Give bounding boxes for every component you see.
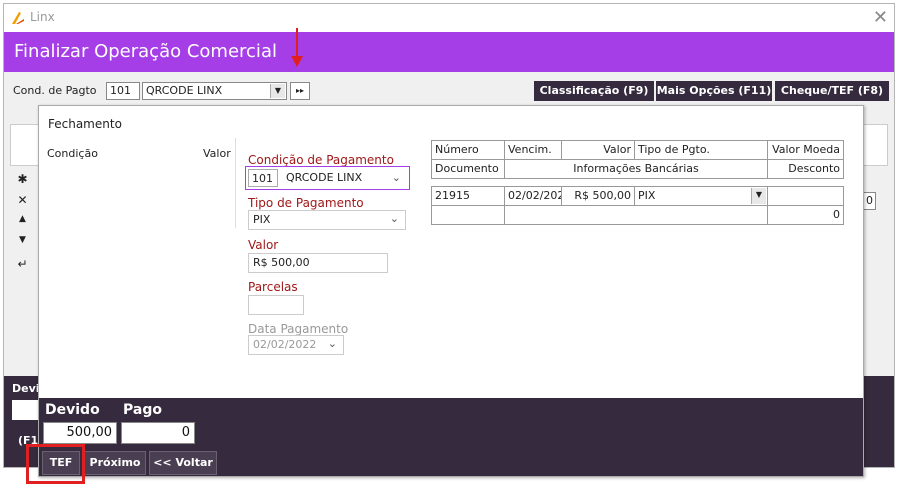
parcelas-label: Parcelas [248, 280, 298, 294]
title-bar: Linx ✕ [4, 4, 894, 32]
grid-cell-info-bancaria[interactable] [504, 205, 768, 225]
voltar-button[interactable]: << Voltar [149, 451, 217, 475]
valor-input[interactable]: R$ 500,00 [248, 253, 388, 273]
expand-button[interactable]: ▸▸ [290, 82, 310, 100]
grid-cell-tipo-value: PIX [638, 189, 656, 202]
col-valor-header: Valor [203, 147, 231, 160]
devido-value: 500,00 [43, 422, 117, 444]
chevron-down-icon: ▼ [270, 84, 285, 98]
col-condicao-header: Condição [47, 147, 98, 160]
return-icon[interactable]: ↵ [10, 257, 35, 271]
proximo-button[interactable]: Próximo [84, 451, 146, 475]
highlight-box [26, 444, 85, 484]
pago-input[interactable]: 0 [121, 422, 195, 444]
cond-pagamento-label: Condição de Pagamento [248, 153, 394, 167]
header-bar: Finalizar Operação Comercial [4, 32, 894, 72]
pago-label: Pago [123, 402, 162, 418]
highlight-arrow [296, 28, 298, 58]
background-value: 0 [862, 192, 876, 210]
cond-pagto-code-input[interactable]: 101 [106, 82, 140, 100]
cond-pagto-select-value: QRCODE LINX [146, 84, 223, 97]
grid-cell-valor-moeda[interactable] [767, 186, 844, 206]
cond-pagto-label: Cond. de Pagto [13, 84, 97, 97]
data-pagamento-value: 02/02/2022 [253, 338, 317, 351]
cheque-tef-button[interactable]: Cheque/TEF (F8) [775, 81, 889, 101]
chevron-down-icon: ⌄ [327, 337, 337, 350]
dialog-title: Fechamento [48, 117, 122, 131]
cond-pagamento-select[interactable]: QRCODE LINX ⌄ [282, 169, 407, 187]
background-devido-label: Devi [12, 382, 40, 395]
data-pagamento-label: Data Pagamento [248, 322, 349, 336]
window-title: Linx [30, 10, 55, 24]
cond-pagamento-code-input[interactable]: 101 [248, 169, 278, 187]
grid-header-info-bancaria: Informações Bancárias [504, 159, 768, 179]
arrow-up-icon[interactable]: ▲ [10, 214, 35, 224]
grid-cell-vencim[interactable]: 02/02/2022 [504, 186, 562, 206]
highlight-arrow-head-icon [291, 56, 303, 67]
chevron-down-icon: ⌄ [391, 171, 401, 184]
close-icon[interactable]: ✕ [873, 7, 888, 28]
grid-cell-desconto[interactable]: 0 [767, 205, 844, 225]
devido-label: Devido [45, 402, 100, 418]
grid-cell-documento[interactable] [431, 205, 505, 225]
arrow-down-icon[interactable]: ▼ [10, 235, 35, 245]
page-title: Finalizar Operação Comercial [14, 41, 277, 62]
cond-pagamento-select-value: QRCODE LINX [286, 171, 363, 184]
classificacao-button[interactable]: Classificação (F9) [534, 81, 654, 101]
fechamento-dialog: Fechamento Condição Valor Condição de Pa… [38, 105, 864, 477]
cond-pagto-select[interactable]: QRCODE LINX ▼ [142, 82, 287, 100]
linx-logo-icon [12, 12, 24, 24]
chevron-down-icon: ⌄ [389, 212, 399, 225]
column-divider [235, 138, 236, 228]
tipo-pagamento-select[interactable]: PIX ⌄ [248, 210, 406, 230]
grid-cell-tipo-select[interactable]: PIX ▼ [634, 186, 768, 206]
delete-icon[interactable]: ✕ [10, 193, 35, 207]
grid-header-valor: Valor [561, 140, 635, 160]
grid-header-valor-moeda: Valor Moeda [767, 140, 844, 160]
chevron-down-icon: ▼ [751, 188, 766, 204]
grid-cell-numero[interactable]: 21915 [431, 186, 505, 206]
grid-header-vencim: Vencim. [504, 140, 562, 160]
grid-cell-valor[interactable]: R$ 500,00 [561, 186, 635, 206]
data-pagamento-select[interactable]: 02/02/2022 ⌄ [248, 335, 344, 355]
valor-label: Valor [248, 238, 279, 252]
grid-header-desconto: Desconto [767, 159, 844, 179]
tipo-pagamento-value: PIX [253, 213, 271, 226]
grid-header-documento: Documento [431, 159, 505, 179]
grid-header-tipo: Tipo de Pgto. [634, 140, 768, 160]
grid-header-numero: Número [431, 140, 505, 160]
parcelas-input[interactable] [248, 295, 304, 315]
tipo-pagamento-label: Tipo de Pagamento [248, 196, 364, 210]
asterisk-icon[interactable]: ✱ [10, 172, 35, 186]
mais-opcoes-button[interactable]: Mais Opções (F11) [656, 81, 772, 101]
cond-pagamento-field[interactable]: 101 QRCODE LINX ⌄ [245, 166, 410, 190]
